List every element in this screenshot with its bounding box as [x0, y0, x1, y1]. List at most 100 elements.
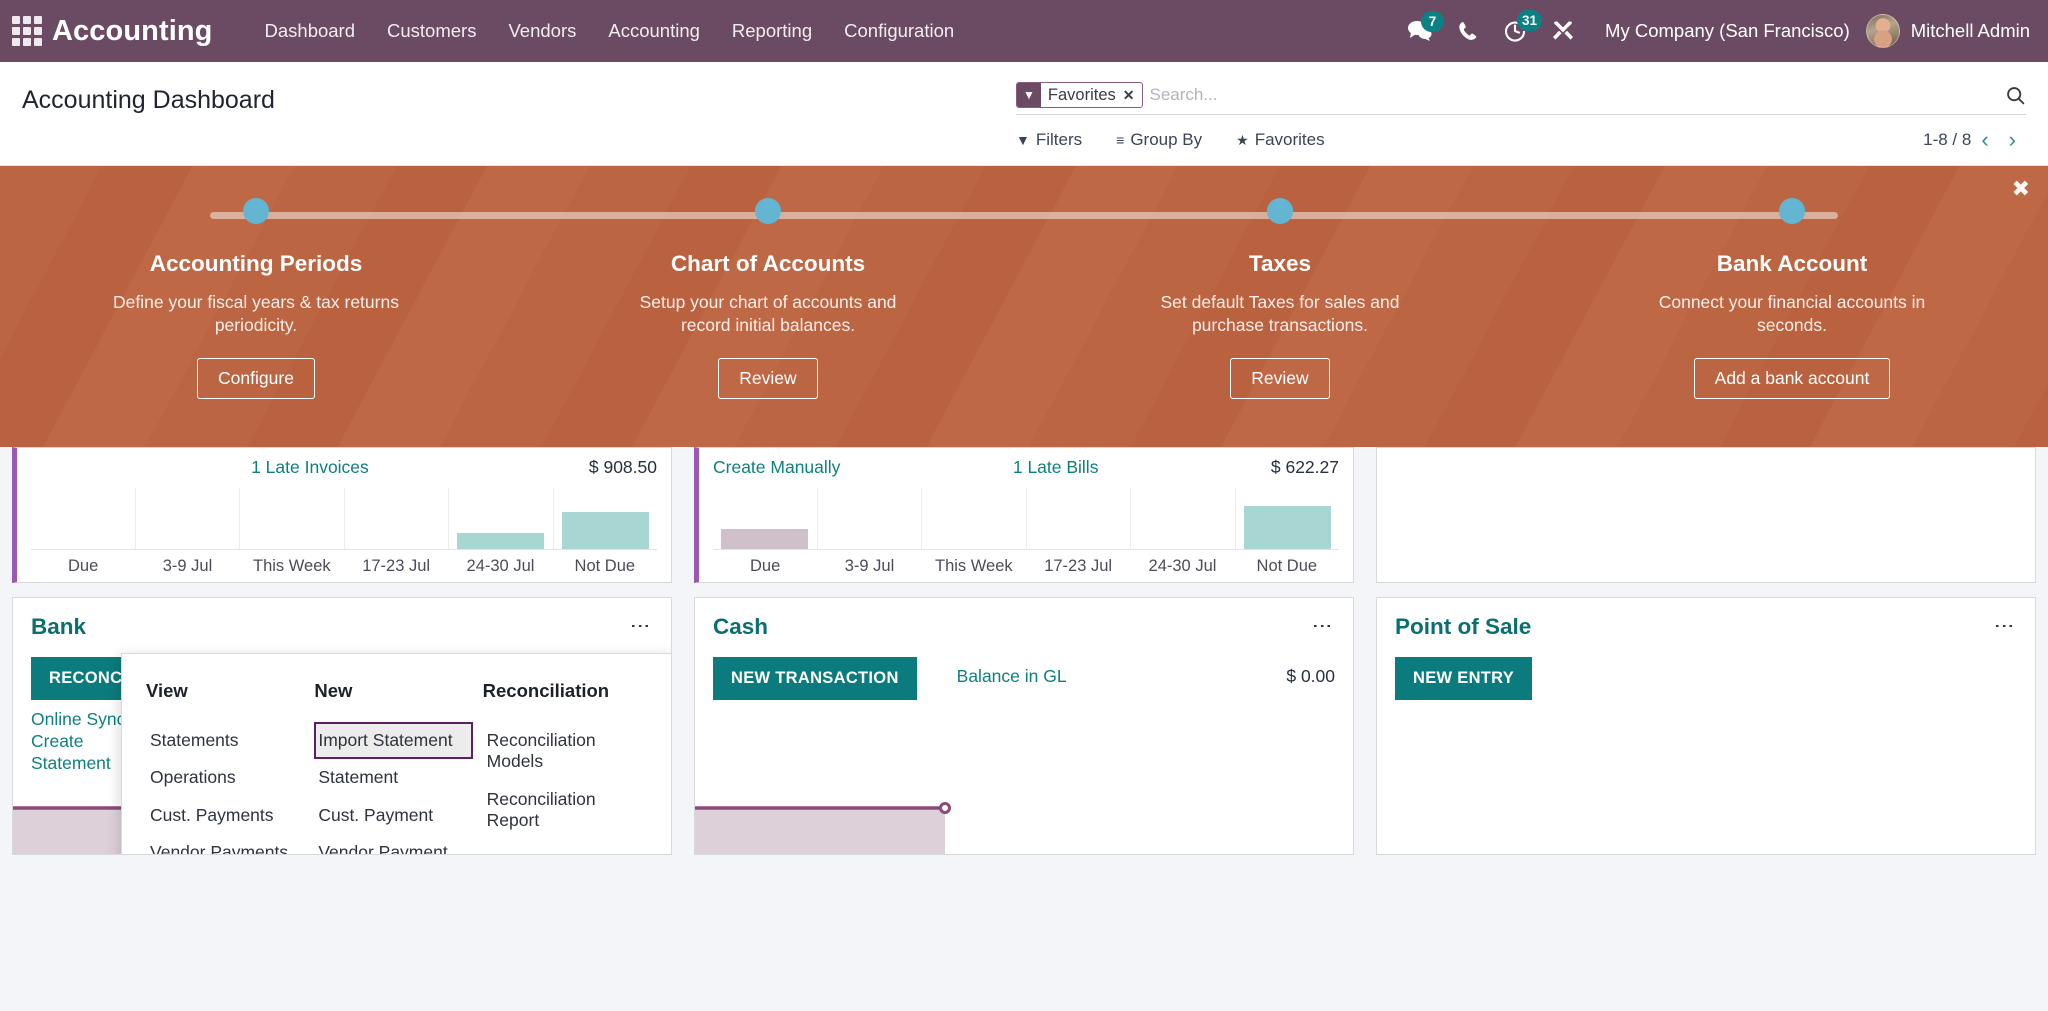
create-manually-link[interactable]: Create Manually — [713, 457, 840, 478]
menu-customers[interactable]: Customers — [371, 12, 492, 50]
control-panel: Accounting Dashboard ▼ Favorites ✕ — [0, 62, 2048, 166]
step-dot-icon — [243, 198, 269, 224]
apps-grid-icon[interactable] — [10, 14, 44, 48]
menu-item-reconciliation-models[interactable]: Reconciliation Models — [483, 722, 641, 781]
aging-plot — [31, 488, 657, 550]
menu-item-vendor-payments[interactable]: Vendor Payments — [146, 834, 304, 855]
pos-card-title[interactable]: Point of Sale — [1395, 614, 1531, 640]
aging-col — [818, 488, 923, 549]
onboarding-step-bank-account: Bank Account Connect your financial acco… — [1536, 166, 2048, 447]
aging-col — [345, 488, 450, 549]
step-title: Taxes — [1249, 251, 1311, 277]
tools-icon[interactable] — [1551, 19, 1575, 43]
filter-funnel-icon: ▼ — [1017, 83, 1041, 107]
search-facet-label: Favorites — [1041, 83, 1123, 107]
group-by-dropdown[interactable]: ≡ Group By — [1116, 130, 1202, 150]
late-bills-link[interactable]: 1 Late Bills — [1013, 457, 1099, 478]
avatar — [1866, 14, 1900, 48]
company-switcher[interactable]: My Company (San Francisco) — [1605, 20, 1850, 42]
configure-button[interactable]: Configure — [197, 358, 315, 399]
add-bank-account-button[interactable]: Add a bank account — [1694, 358, 1891, 399]
search-icon[interactable] — [1995, 85, 2026, 106]
late-invoices-amount: $ 908.50 — [589, 457, 657, 478]
dropdown-column-reconciliation: Reconciliation Reconciliation Models Rec… — [483, 680, 651, 855]
top-navbar: Accounting Dashboard Customers Vendors A… — [0, 0, 2048, 62]
phone-icon[interactable] — [1457, 20, 1479, 42]
cash-card-kebab-icon[interactable]: ⋮ — [1309, 614, 1335, 638]
aging-col — [1236, 488, 1340, 549]
aging-col — [1027, 488, 1132, 549]
aging-col — [922, 488, 1027, 549]
menu-item-reconciliation-report[interactable]: Reconciliation Report — [483, 781, 641, 840]
filters-dropdown[interactable]: ▼ Filters — [1016, 130, 1082, 150]
dashboard-row-bottom: Bank ⋮ RECONCILE 25 ITEMS Online Sync Cr… — [12, 597, 2036, 855]
pager-next-button[interactable]: › — [1999, 129, 2026, 151]
menu-item-new-cust-payment[interactable]: Cust. Payment — [314, 797, 472, 834]
aging-tick: 24-30 Jul — [1130, 550, 1234, 576]
bank-card-kebab-icon[interactable]: ⋮ — [627, 614, 653, 638]
aging-tick: Due — [31, 550, 135, 576]
messages-icon[interactable]: 7 — [1407, 20, 1433, 42]
bank-card-dropdown-menu: View Statements Operations Cust. Payment… — [121, 653, 672, 855]
onboarding-step-accounting-periods: Accounting Periods Define your fiscal ye… — [0, 166, 512, 447]
dashboard-area: 1 Late Invoices $ 908.50 Due 3-9 Jul Thi… — [0, 447, 2048, 855]
page-title: Accounting Dashboard — [22, 82, 275, 115]
journal-card-customer-invoices: 1 Late Invoices $ 908.50 Due 3-9 Jul Thi… — [12, 447, 672, 583]
menu-item-operations[interactable]: Operations — [146, 759, 304, 796]
searchbar: ▼ Favorites ✕ — [1016, 82, 2026, 115]
review-chart-of-accounts-button[interactable]: Review — [718, 358, 817, 399]
dropdown-heading-view: View — [146, 680, 304, 702]
step-dot-icon — [1267, 198, 1293, 224]
menu-reporting[interactable]: Reporting — [716, 12, 828, 50]
dashboard-row-top: 1 Late Invoices $ 908.50 Due 3-9 Jul Thi… — [12, 447, 2036, 583]
pager: 1-8 / 8 ‹ › — [1923, 129, 2026, 151]
journal-card-empty — [1376, 447, 2036, 583]
aging-tick: 17-23 Jul — [1026, 550, 1130, 576]
aging-tick: This Week — [922, 550, 1026, 576]
app-brand-accounting[interactable]: Accounting — [52, 15, 213, 48]
remove-facet-icon[interactable]: ✕ — [1123, 83, 1143, 107]
new-entry-button[interactable]: NEW ENTRY — [1395, 657, 1532, 700]
aging-col — [713, 488, 818, 549]
group-by-icon: ≡ — [1116, 132, 1124, 148]
search-input[interactable] — [1149, 82, 1995, 108]
favorites-dropdown[interactable]: ★ Favorites — [1236, 130, 1324, 150]
menu-item-statements[interactable]: Statements — [146, 722, 304, 759]
new-transaction-button[interactable]: NEW TRANSACTION — [713, 657, 917, 700]
step-dot-icon — [755, 198, 781, 224]
review-taxes-button[interactable]: Review — [1230, 358, 1329, 399]
late-invoices-link[interactable]: 1 Late Invoices — [251, 457, 369, 478]
search-facet-favorites[interactable]: ▼ Favorites ✕ — [1016, 82, 1143, 108]
activity-clock-icon[interactable]: 31 — [1503, 19, 1527, 43]
menu-vendors[interactable]: Vendors — [492, 12, 592, 50]
pager-previous-button[interactable]: ‹ — [1971, 129, 1998, 151]
control-panel-buttons-row: ▼ Filters ≡ Group By ★ Favorites 1-8 / 8… — [1016, 115, 2026, 165]
aging-col — [136, 488, 241, 549]
menu-accounting[interactable]: Accounting — [592, 12, 716, 50]
user-menu[interactable]: Mitchell Admin — [1866, 14, 2030, 48]
aging-plot — [713, 488, 1339, 550]
onboarding-step-chart-of-accounts: Chart of Accounts Setup your chart of ac… — [512, 166, 1024, 447]
menu-item-import-statement[interactable]: Import Statement — [314, 722, 472, 759]
filter-icon: ▼ — [1016, 132, 1030, 148]
star-icon: ★ — [1236, 132, 1249, 149]
menu-configuration[interactable]: Configuration — [828, 12, 970, 50]
aging-tick: 24-30 Jul — [448, 550, 552, 576]
bank-card-title[interactable]: Bank — [31, 614, 86, 640]
aging-tick: Not Due — [1235, 550, 1339, 576]
balance-in-gl-label[interactable]: Balance in GL — [957, 666, 1067, 687]
menu-item-cust-payments[interactable]: Cust. Payments — [146, 797, 304, 834]
cash-card-title[interactable]: Cash — [713, 614, 768, 640]
menu-item-new-vendor-payment[interactable]: Vendor Payment — [314, 834, 472, 855]
onboarding-steps: Accounting Periods Define your fiscal ye… — [0, 166, 2048, 447]
search-area: ▼ Favorites ✕ — [1016, 82, 2026, 115]
aging-tick: 17-23 Jul — [344, 550, 448, 576]
aging-labels: Due 3-9 Jul This Week 17-23 Jul 24-30 Ju… — [713, 550, 1339, 576]
onboarding-step-taxes: Taxes Set default Taxes for sales and pu… — [1024, 166, 1536, 447]
late-bills-amount: $ 622.27 — [1271, 457, 1339, 478]
menu-dashboard[interactable]: Dashboard — [249, 12, 372, 50]
pos-card-kebab-icon[interactable]: ⋮ — [1991, 614, 2017, 638]
menu-item-new-statement[interactable]: Statement — [314, 759, 472, 796]
dropdown-heading-reconciliation: Reconciliation — [483, 680, 641, 702]
journal-card-cash: Cash ⋮ NEW TRANSACTION Balance in GL $ 0… — [694, 597, 1354, 855]
